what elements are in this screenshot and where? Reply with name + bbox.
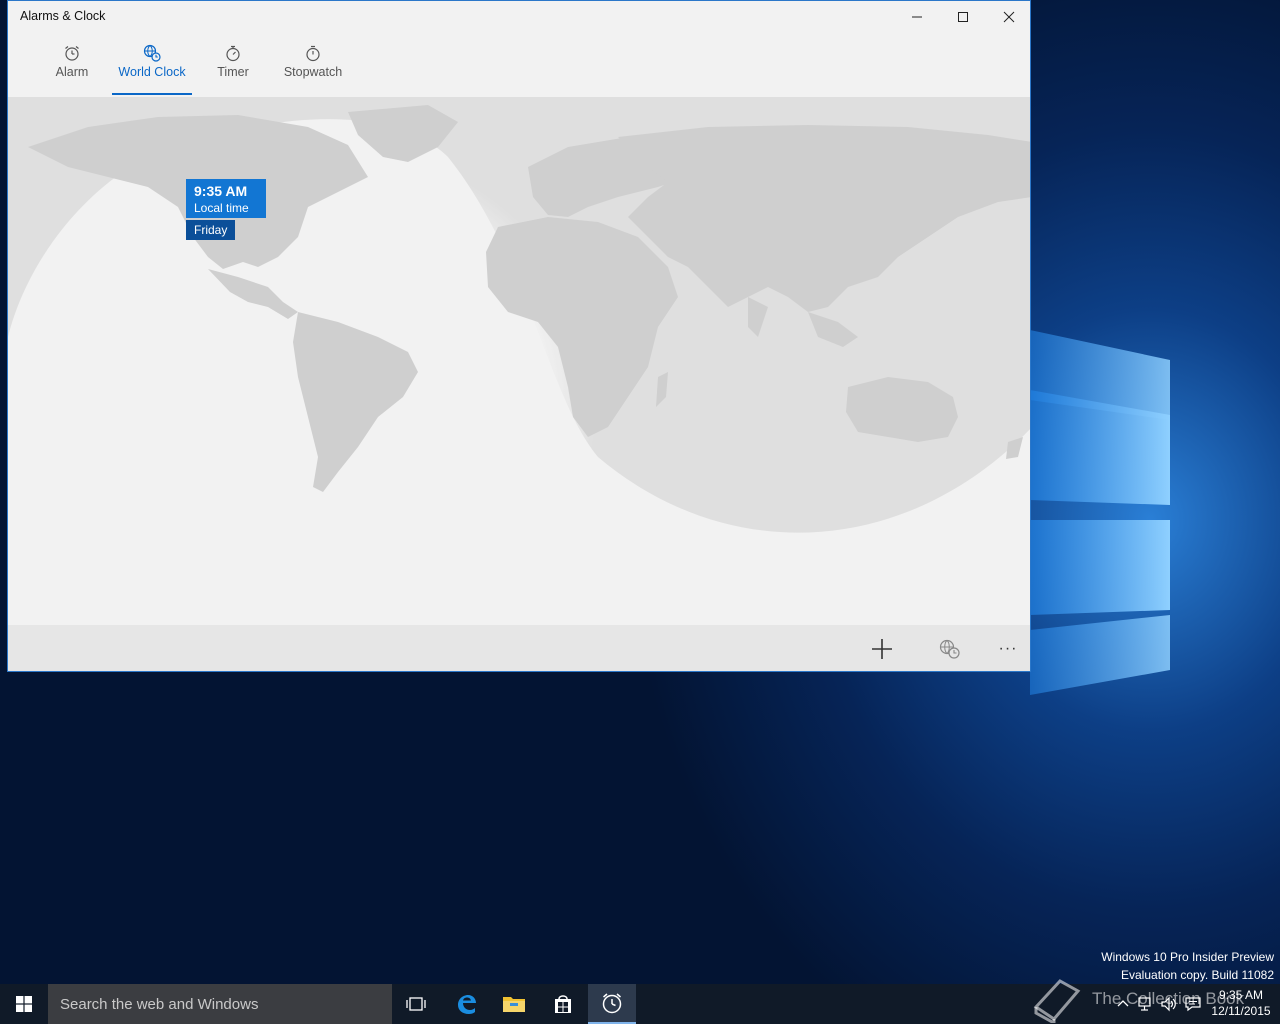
- world-map-graphic: [8, 97, 1030, 625]
- alarm-clock-icon: [65, 46, 79, 61]
- tab-timer-label: Timer: [217, 65, 249, 79]
- minimize-icon: [912, 16, 922, 18]
- world-map[interactable]: 9:35 AM Local time Friday: [8, 97, 1030, 625]
- store-bag-icon: [555, 995, 571, 1013]
- system-tray: 9:35 AM 12/11/2015: [1110, 984, 1280, 1024]
- start-button[interactable]: [0, 984, 48, 1024]
- taskbar-date: 12/11/2015: [1211, 1004, 1271, 1018]
- watermark-line-1: Windows 10 Pro Insider Preview: [1101, 950, 1274, 964]
- stopwatch-icon: [306, 45, 320, 62]
- tab-bar: Alarm World Clock Timer Stopwatch: [8, 37, 1030, 95]
- tab-stopwatch-label: Stopwatch: [283, 65, 343, 79]
- edge-browser-button[interactable]: [442, 984, 490, 1024]
- local-time-label: Local time: [194, 201, 249, 215]
- windows-start-icon: [16, 996, 32, 1012]
- timer-icon: [226, 45, 240, 62]
- chevron-up-icon[interactable]: [1114, 995, 1132, 1013]
- alarms-clock-window: Alarms & Clock Alarm World Clock Timer S…: [7, 0, 1031, 672]
- task-view-icon: [406, 997, 426, 1011]
- window-title: Alarms & Clock: [20, 9, 106, 23]
- alarms-clock-taskbar-button[interactable]: [588, 984, 636, 1024]
- tab-alarm[interactable]: Alarm: [52, 37, 92, 93]
- plus-icon: [872, 639, 892, 659]
- windows-logo-wallpaper: [1030, 330, 1170, 695]
- maximize-icon: [958, 12, 968, 22]
- task-view-button[interactable]: [392, 984, 440, 1024]
- edge-icon: [458, 995, 476, 1014]
- volume-icon[interactable]: [1160, 995, 1178, 1013]
- taskbar-clock[interactable]: 9:35 AM 12/11/2015: [1208, 987, 1274, 1019]
- build-watermark: Windows 10 Pro Insider Preview Evaluatio…: [1101, 948, 1274, 984]
- close-button[interactable]: [986, 1, 1030, 33]
- network-icon[interactable]: [1136, 995, 1154, 1013]
- world-clock-icon: [143, 44, 161, 62]
- title-bar[interactable]: Alarms & Clock: [8, 1, 1030, 33]
- desktop: Alarms & Clock Alarm World Clock Timer S…: [0, 0, 1280, 1024]
- local-time-box: 9:35 AM Local time: [186, 179, 266, 218]
- folder-icon: [503, 997, 525, 1012]
- tab-world-clock-label: World Clock: [118, 65, 186, 79]
- local-day-label: Friday: [186, 220, 236, 240]
- file-explorer-button[interactable]: [490, 984, 538, 1024]
- compare-clock-icon: [939, 639, 960, 659]
- watermark-line-2: Evaluation copy. Build 11082: [1121, 968, 1274, 982]
- tab-world-clock[interactable]: World Clock: [112, 37, 192, 95]
- minimize-button[interactable]: [894, 1, 940, 33]
- bottom-app-bar: ···: [8, 625, 1030, 671]
- taskbar-time: 9:35 AM: [1218, 988, 1264, 1002]
- taskbar-search-box[interactable]: Search the web and Windows: [48, 984, 392, 1024]
- close-icon: [1003, 11, 1015, 23]
- tab-timer[interactable]: Timer: [212, 37, 254, 93]
- action-center-icon[interactable]: [1184, 995, 1202, 1013]
- tab-alarm-label: Alarm: [55, 65, 89, 79]
- store-button[interactable]: [539, 984, 587, 1024]
- tab-stopwatch[interactable]: Stopwatch: [278, 37, 348, 93]
- compare-clocks-button[interactable]: [933, 633, 967, 665]
- add-new-clock-button[interactable]: [865, 633, 899, 665]
- maximize-button[interactable]: [940, 1, 986, 33]
- more-icon: ···: [998, 640, 1018, 657]
- local-time-value: 9:35 AM: [194, 183, 248, 199]
- taskbar: Search the web and Windows 9:35 AM 12/11…: [0, 984, 1280, 1024]
- local-time-pin[interactable]: 9:35 AM Local time Friday: [186, 179, 266, 240]
- alarm-clock-app-icon: [602, 993, 622, 1014]
- more-options-button[interactable]: ···: [991, 633, 1025, 665]
